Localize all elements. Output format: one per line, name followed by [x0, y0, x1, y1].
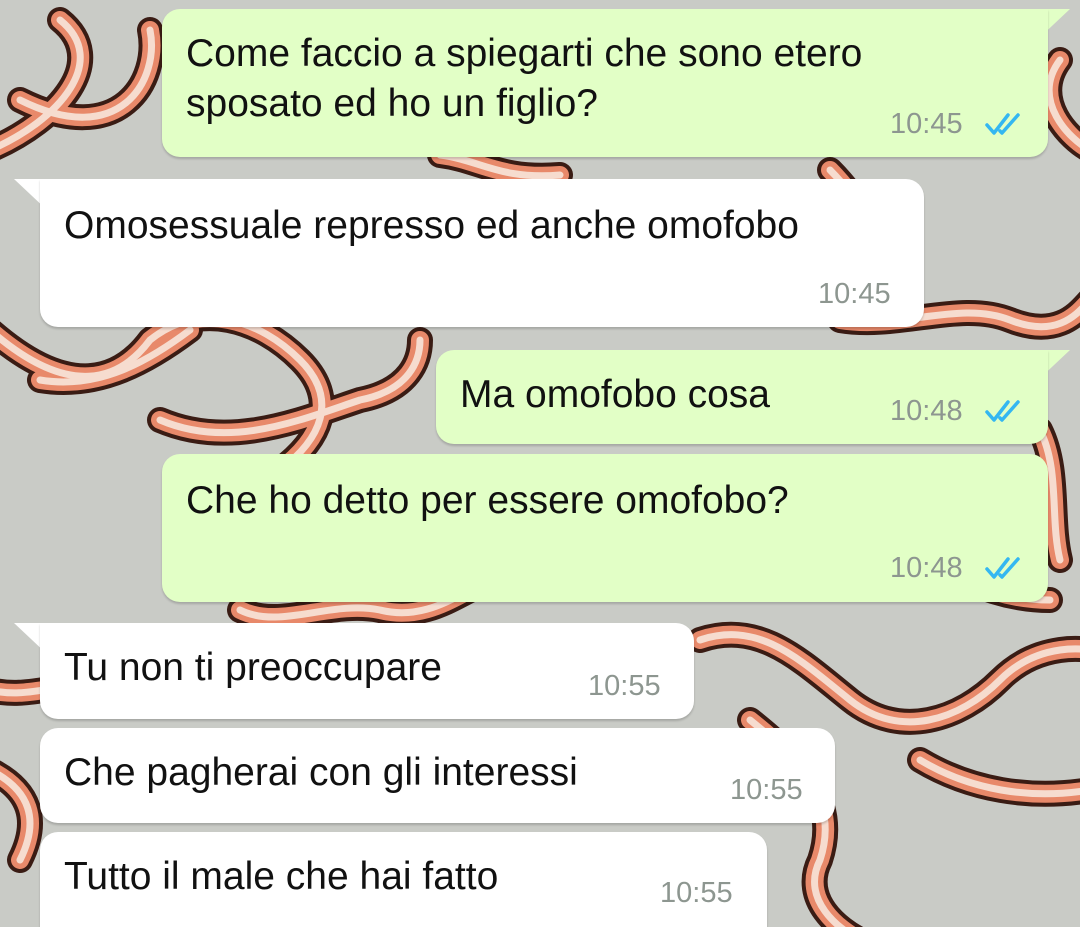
message-text: Omosessuale represso ed anche omofobo: [64, 204, 799, 247]
message-text: Come faccio a spiegarti che sono etero s…: [186, 32, 863, 125]
message-text: Tu non ti preoccupare: [64, 646, 442, 689]
message-text: Ma omofobo cosa: [460, 373, 771, 416]
message-text: Che pagherai con gli interessi: [64, 751, 578, 794]
message-time: 10:55: [588, 670, 661, 702]
read-double-tick-icon: [985, 557, 1020, 579]
message-time: 10:55: [660, 877, 733, 909]
message-time: 10:45: [818, 278, 891, 310]
message-time: 10:48: [890, 552, 963, 584]
outgoing-message[interactable]: Che ho detto per essere omofobo? 10:48: [162, 454, 1048, 602]
message-time: 10:55: [730, 774, 803, 806]
outgoing-message[interactable]: Ma omofobo cosa 10:48: [436, 350, 1048, 444]
read-double-tick-icon: [985, 113, 1020, 135]
read-double-tick-icon: [985, 400, 1020, 422]
message-text: Che ho detto per essere omofobo?: [186, 479, 789, 522]
incoming-message[interactable]: Omosessuale represso ed anche omofobo 10…: [40, 179, 924, 327]
incoming-message[interactable]: Che pagherai con gli interessi 10:55: [40, 728, 835, 823]
message-time: 10:45: [890, 108, 963, 140]
message-time: 10:48: [890, 395, 963, 427]
incoming-message[interactable]: Tu non ti preoccupare 10:55: [40, 623, 694, 719]
message-text: Tutto il male che hai fatto: [64, 855, 499, 898]
incoming-message[interactable]: Tutto il male che hai fatto 10:55: [40, 832, 767, 927]
outgoing-message[interactable]: Come faccio a spiegarti che sono etero s…: [162, 9, 1048, 157]
